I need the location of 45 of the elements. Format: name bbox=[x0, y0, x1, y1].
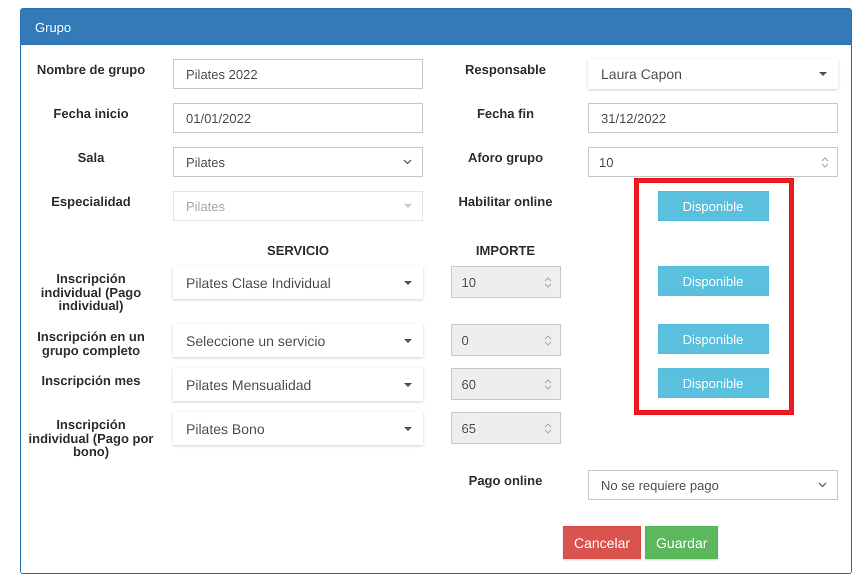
service-dropdown[interactable]: Pilates Bono bbox=[173, 412, 423, 445]
caret-icon bbox=[404, 382, 412, 386]
dropdown-field[interactable]: Laura Capon bbox=[588, 59, 838, 89]
text-field[interactable]: 01/01/2022 bbox=[173, 103, 423, 133]
column-header: IMPORTE bbox=[476, 242, 536, 258]
column-header: SERVICIO bbox=[267, 242, 329, 258]
text-field[interactable]: 31/12/2022 bbox=[588, 103, 838, 133]
service-dropdown[interactable]: Pilates Clase Individual bbox=[173, 266, 423, 299]
panel-title: Grupo bbox=[21, 9, 851, 45]
field-label: Pago online bbox=[468, 472, 544, 488]
spinner-icon bbox=[544, 378, 552, 390]
field-label: Inscripción mes bbox=[40, 372, 142, 388]
field-label: Fecha inicio bbox=[52, 105, 130, 121]
field-label: Inscripción individual (Pago por bono) bbox=[28, 416, 154, 459]
caret-icon bbox=[404, 426, 412, 430]
spinner-icon bbox=[544, 334, 552, 346]
caret-icon bbox=[404, 204, 412, 208]
field-label: Fecha fin bbox=[476, 105, 536, 121]
service-dropdown[interactable]: Pilates Mensualidad bbox=[173, 368, 423, 401]
field-label: Sala bbox=[76, 149, 106, 165]
number-field[interactable]: 10 bbox=[588, 147, 838, 177]
field-label: Inscripción en un grupo completo bbox=[36, 328, 146, 358]
spinner-icon bbox=[544, 276, 552, 288]
cancel-button[interactable]: Cancelar bbox=[563, 526, 642, 559]
select-field[interactable]: No se requiere pago bbox=[588, 470, 838, 500]
caret-icon bbox=[404, 280, 412, 284]
amount-field[interactable]: 0 bbox=[450, 324, 560, 356]
amount-field[interactable]: 60 bbox=[450, 368, 560, 400]
amount-field[interactable]: 10 bbox=[450, 266, 560, 298]
chevron-down-icon bbox=[818, 482, 827, 488]
field-label: Responsable bbox=[464, 61, 547, 77]
field-label: Nombre de grupo bbox=[36, 61, 146, 77]
field-label: Habilitar online bbox=[458, 193, 554, 209]
amount-field[interactable]: 65 bbox=[450, 412, 560, 444]
caret-icon bbox=[819, 72, 827, 76]
text-field[interactable]: Pilates 2022 bbox=[173, 59, 423, 89]
chevron-down-icon bbox=[403, 159, 412, 165]
field-label: Especialidad bbox=[50, 193, 132, 209]
service-dropdown[interactable]: Seleccione un servicio bbox=[173, 324, 423, 357]
select-field[interactable]: Pilates bbox=[173, 147, 423, 177]
field-label: Inscripción individual (Pago individual) bbox=[40, 270, 142, 313]
spinner-icon bbox=[821, 156, 829, 168]
caret-icon bbox=[404, 338, 412, 342]
field-label: Aforo grupo bbox=[466, 149, 544, 165]
spinner-icon bbox=[544, 422, 552, 434]
